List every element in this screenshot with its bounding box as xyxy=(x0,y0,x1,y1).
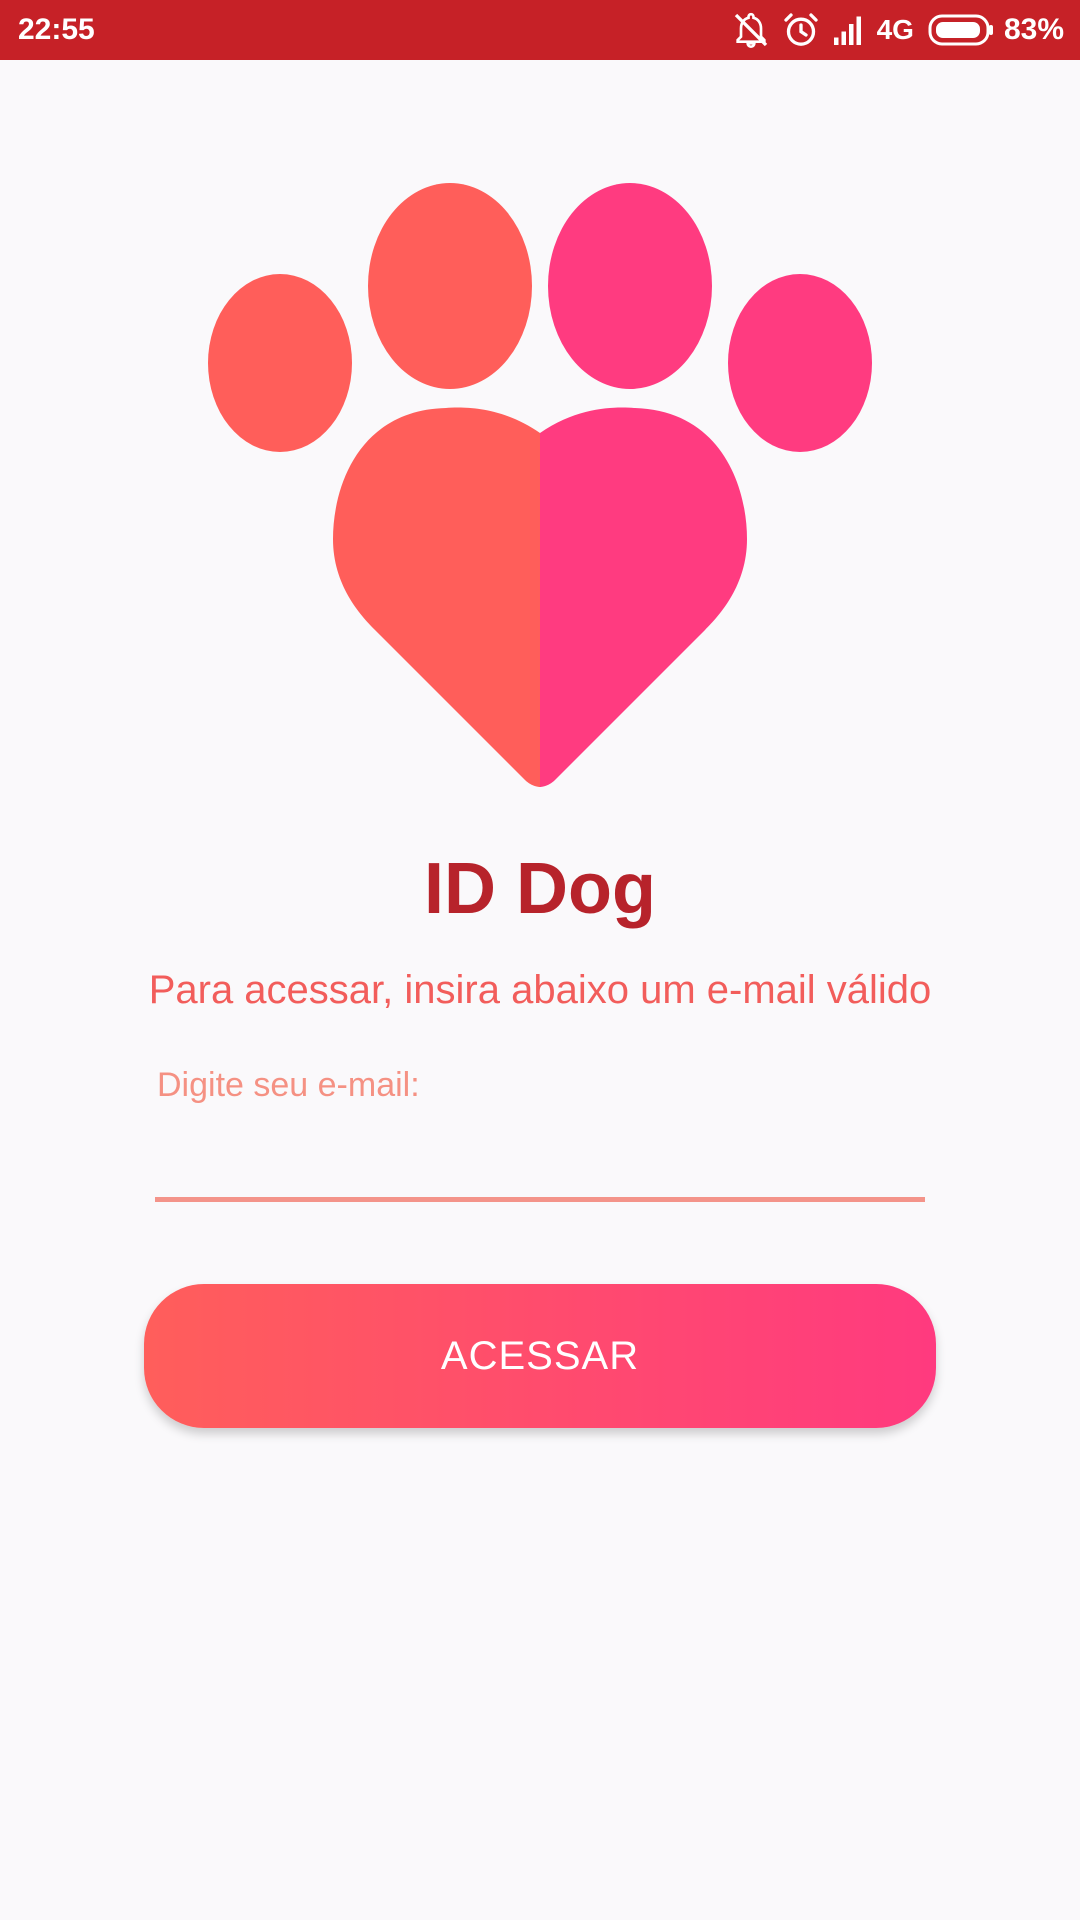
notifications-off-icon xyxy=(731,10,771,50)
paw-toe-inner-left xyxy=(368,183,532,389)
email-label: Digite seu e-mail: xyxy=(157,1066,420,1104)
app-subtitle: Para acessar, insira abaixo um e-mail vá… xyxy=(148,968,932,1012)
network-type: 4G xyxy=(876,14,914,45)
status-icons: 4G 83% xyxy=(731,0,1064,60)
paw-heart-right-half xyxy=(540,407,747,787)
paw-toe-outer-right xyxy=(728,274,872,452)
alarm-icon xyxy=(781,10,821,50)
paw-heart-left-half xyxy=(333,407,540,787)
signal-icon xyxy=(831,12,867,48)
email-field: Digite seu e-mail: xyxy=(155,1060,925,1218)
paw-toe-inner-right xyxy=(548,183,712,389)
status-bar: 22:55 4G 83% xyxy=(0,0,1080,60)
battery-percent: 83% xyxy=(1003,13,1064,46)
email-input[interactable] xyxy=(155,1130,925,1202)
paw-heart-icon xyxy=(208,183,872,787)
status-time: 22:55 xyxy=(18,13,95,46)
battery-icon xyxy=(928,13,994,47)
app-title: ID Dog xyxy=(424,849,656,929)
acessar-button[interactable]: ACESSAR xyxy=(144,1284,936,1428)
paw-toe-outer-left xyxy=(208,274,352,452)
